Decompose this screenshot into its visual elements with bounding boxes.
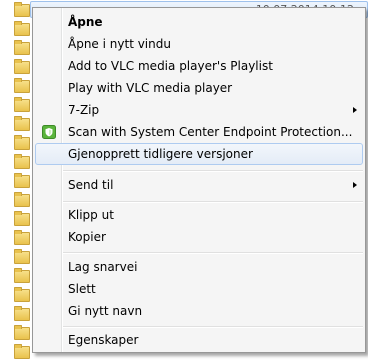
menu-item-label: Åpne [68, 15, 103, 29]
menu-item-label: Klipp ut [68, 208, 114, 222]
folder-icon [14, 2, 30, 17]
folder-icon [14, 249, 30, 264]
menu-item-create-shortcut[interactable]: Lag snarvei [35, 256, 363, 278]
menu-item-rename[interactable]: Gi nytt navn [35, 300, 363, 322]
menu-item-copy[interactable]: Kopier [35, 226, 363, 248]
menu-item-label: Scan with System Center Endpoint Protect… [68, 125, 353, 139]
shield-icon [42, 125, 56, 139]
folder-icon [14, 230, 30, 245]
folder-icon [14, 78, 30, 93]
folder-icon [14, 59, 30, 74]
folder-icon [14, 268, 30, 283]
menu-item-open-new-window[interactable]: Åpne i nytt vindu [35, 33, 363, 55]
menu-separator [63, 170, 363, 172]
folder-icon [14, 344, 30, 359]
folder-icon [14, 135, 30, 150]
menu-item-label: Kopier [68, 230, 106, 244]
menu-item-restore-previous-versions[interactable]: Gjenopprett tidligere versjoner [35, 143, 363, 165]
folder-icon [14, 116, 30, 131]
menu-item-7zip[interactable]: 7-Zip [35, 99, 363, 121]
menu-item-cut[interactable]: Klipp ut [35, 204, 363, 226]
context-menu: Åpne Åpne i nytt vindu Add to VLC media … [32, 7, 366, 353]
menu-item-label: 7-Zip [68, 103, 100, 117]
folder-icon [14, 21, 30, 36]
menu-item-vlc-play[interactable]: Play with VLC media player [35, 77, 363, 99]
folder-icon [14, 40, 30, 55]
menu-item-vlc-add-playlist[interactable]: Add to VLC media player's Playlist [35, 55, 363, 77]
menu-item-label: Gi nytt navn [68, 304, 143, 318]
menu-item-send-to[interactable]: Send til [35, 174, 363, 196]
folder-icon [14, 192, 30, 207]
menu-item-open[interactable]: Åpne [35, 11, 363, 33]
menu-separator [63, 326, 363, 328]
submenu-arrow-icon [353, 182, 357, 188]
menu-item-label: Gjenopprett tidligere versjoner [68, 147, 253, 161]
menu-separator [63, 201, 363, 203]
menu-item-label: Slett [68, 282, 96, 296]
submenu-arrow-icon [353, 107, 357, 113]
menu-item-label: Add to VLC media player's Playlist [68, 59, 273, 73]
folder-icon [14, 211, 30, 226]
folder-icon [14, 306, 30, 321]
menu-item-label: Play with VLC media player [68, 81, 233, 95]
menu-item-delete[interactable]: Slett [35, 278, 363, 300]
menu-item-label: Lag snarvei [68, 260, 138, 274]
folder-icon [14, 173, 30, 188]
menu-item-label: Åpne i nytt vindu [68, 37, 171, 51]
menu-item-label: Egenskaper [68, 333, 139, 347]
folder-icon [14, 287, 30, 302]
folder-icon [14, 97, 30, 112]
folder-icon [14, 154, 30, 169]
menu-item-label: Send til [68, 178, 114, 192]
menu-item-properties[interactable]: Egenskaper [35, 329, 363, 351]
menu-item-scan-endpoint[interactable]: Scan with System Center Endpoint Protect… [35, 121, 363, 143]
folder-icon [14, 325, 30, 340]
menu-separator [63, 252, 363, 254]
